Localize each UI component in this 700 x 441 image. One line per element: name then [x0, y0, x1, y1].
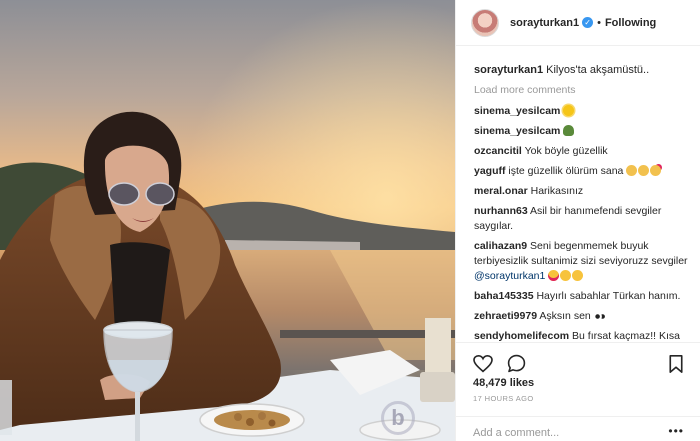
post-header: sorayturkan1 ✓ • Following: [456, 0, 700, 46]
comment-text: işte güzellik ölürüm sana: [508, 165, 624, 177]
more-options-button[interactable]: •••: [668, 425, 684, 441]
photo-scene: [0, 0, 455, 441]
comment: ozcancitil Yok böyle güzellik: [474, 144, 691, 159]
load-more-comments-link[interactable]: Load more comments: [474, 84, 691, 96]
comment: sendyhomelifecom Bu fırsat kaçmaz!! Kısa…: [474, 329, 691, 342]
smile-emoji-icon: [560, 270, 572, 281]
comment-button[interactable]: [507, 354, 526, 373]
comment: nurhann63 Asil bir hanımefendi sevgiler …: [474, 204, 691, 234]
comment-text: Hayırlı sabahlar Türkan hanım.: [536, 290, 681, 302]
mention-link[interactable]: @sorayturkan1: [474, 270, 545, 282]
caption: sorayturkan1 Kilyos'ta akşamüstü..: [474, 62, 691, 78]
caption-username[interactable]: sorayturkan1: [474, 64, 543, 76]
heart-eyes-emoji-icon: [548, 270, 560, 281]
comment-text: Yok böyle güzellik: [524, 145, 608, 157]
comment: zehraeti9979 Aşksın sen: [474, 309, 691, 324]
caption-text: Kilyos'ta akşamüstü..: [546, 64, 650, 76]
post-timestamp: 17 HOURS AGO: [473, 394, 534, 403]
save-button[interactable]: [669, 354, 683, 373]
likes-count[interactable]: 48,479 likes: [473, 377, 534, 389]
comment: baha145335 Hayırlı sabahlar Türkan hanım…: [474, 289, 691, 304]
add-comment-input[interactable]: [473, 425, 669, 441]
comment-username[interactable]: yaguff: [474, 165, 506, 177]
comment: sinema_yesilcam: [474, 104, 691, 119]
person-emoji-icon: [638, 165, 650, 176]
comment-username[interactable]: sinema_yesilcam: [474, 125, 560, 137]
comment-username[interactable]: baha145335: [474, 290, 534, 302]
comments-list[interactable]: sorayturkan1 Kilyos'ta akşamüstü.. Load …: [456, 62, 700, 342]
header-username[interactable]: sorayturkan1: [510, 17, 579, 29]
heart-icon: [473, 354, 493, 372]
comment: calihazan9 Seni begenmemek buyuk terbiye…: [474, 239, 691, 284]
comment-username[interactable]: sendyhomelifecom: [474, 330, 569, 342]
comment-text: Aşksın sen: [539, 310, 591, 322]
turtle-emoji-icon: [563, 125, 575, 136]
header-separator: •: [597, 16, 601, 29]
comment-username[interactable]: ozcancitil: [474, 145, 522, 157]
eyes-emoji-icon: [593, 312, 606, 321]
comment-username[interactable]: nurhann63: [474, 205, 528, 217]
comment: meral.onar Harikasınız: [474, 184, 691, 199]
speech-bubble-icon: [507, 354, 526, 373]
comment-username[interactable]: sinema_yesilcam: [474, 105, 560, 117]
comment-username[interactable]: calihazan9: [474, 240, 527, 252]
comment: sinema_yesilcam: [474, 124, 691, 139]
avatar[interactable]: [471, 8, 499, 37]
action-bar: [456, 342, 700, 376]
sun-emoji-icon: [563, 105, 575, 116]
comment-text: Harikasınız: [530, 185, 584, 197]
verified-badge-icon: ✓: [582, 17, 594, 28]
add-comment-bar: •••: [456, 416, 700, 441]
person-heart-emoji-icon: [650, 165, 662, 176]
following-button[interactable]: Following: [605, 17, 656, 29]
comment-username[interactable]: meral.onar: [474, 185, 528, 197]
like-button[interactable]: [473, 354, 493, 373]
person-emoji-icon: [626, 165, 638, 176]
smile-emoji-icon: [572, 270, 584, 281]
comment: yaguff işte güzellik ölürüm sana: [474, 164, 691, 179]
bookmark-icon: [669, 354, 683, 373]
watermark-logo: b: [381, 401, 415, 435]
post-photo[interactable]: b: [0, 0, 455, 441]
comment-username[interactable]: zehraeti9979: [474, 310, 537, 322]
post-side-panel: sorayturkan1 ✓ • Following sorayturkan1 …: [455, 0, 700, 441]
